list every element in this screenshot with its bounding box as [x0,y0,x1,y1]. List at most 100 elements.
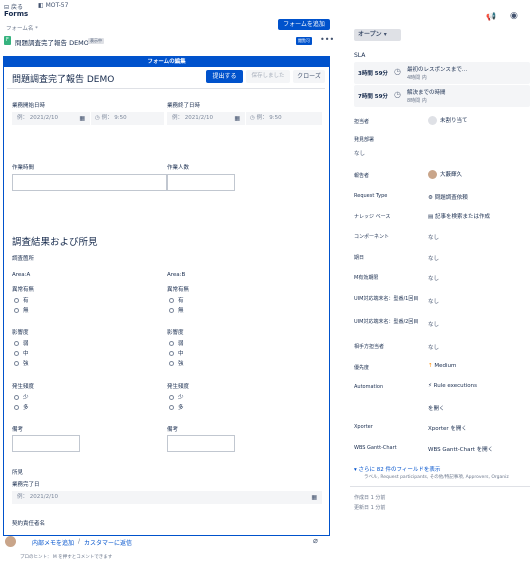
request-type-text: 問題調査依頼 [434,195,468,201]
date-placeholder: 例： 2021/2/10 [17,494,58,500]
form-editor: フォームの編集 問題調査完了報告 DEMO 提出する 保存しました クローズ 業… [3,56,330,536]
attachment-icon[interactable]: ⌀ [313,536,318,545]
more-options-icon[interactable]: ••• [320,35,334,44]
issue-key[interactable]: ◧ MOT-57 [38,2,68,9]
component-value[interactable]: なし [428,233,439,241]
form-row-name: 問題調査完了報告 DEMO [15,39,89,47]
form-visibility-badge[interactable]: 閲覧可 [296,37,312,45]
separator: / [78,538,81,545]
open-link[interactable]: を開く [428,404,445,412]
watch-eye-icon[interactable]: ◉ [510,11,518,21]
m-expiry-value[interactable]: なし [428,274,439,282]
status-label: オープン [358,31,382,38]
radio-impact-a-strong[interactable]: 強 [14,359,29,367]
radio-freq-a-many[interactable]: 多 [14,403,29,411]
radio-abnormal-a-no[interactable]: 無 [14,306,29,314]
start-time-input[interactable]: ◷ 例： 9:50 [91,112,164,125]
complete-date-input[interactable]: 例： 2021/2/10 ▦ [12,491,322,504]
assignee-label: 担当者 [354,119,370,125]
issue-key-label: MOT-57 [45,2,69,9]
wbs-value[interactable]: WBS Gantt-Chart を開く [428,445,493,453]
time-placeholder: 例： 9:50 [101,115,127,121]
found-by-label: 発見部署 [354,137,375,143]
uim2-value[interactable]: なし [428,320,439,328]
radio-abnormal-b-yes[interactable]: 有 [169,296,184,304]
forms-title: Forms [4,10,29,18]
radio-abnormal-b-no[interactable]: 無 [169,306,184,314]
radio-impact-b-weak[interactable]: 弱 [169,339,184,347]
start-date-input[interactable]: 例： 2021/2/10 ▦ [12,112,90,125]
calendar-icon[interactable]: ▦ [79,113,85,124]
partner-value[interactable]: なし [428,343,439,351]
date-placeholder: 例： 2021/2/10 [17,115,58,121]
radio-abnormal-a-yes[interactable]: 有 [14,296,29,304]
radio-impact-b-mid[interactable]: 中 [169,349,184,357]
xporter-value[interactable]: Xporter を開く [428,424,467,432]
automation-label: Automation [354,384,384,390]
sla-sub: 4時間 内 [407,75,427,81]
megaphone-icon[interactable]: 📢 [486,12,496,21]
radio-label: 弱 [23,341,29,347]
chevron-down-icon: ▾ [383,31,387,38]
kb-value[interactable]: ▤ 記事を検索または作成 [428,212,490,220]
radio-freq-b-few[interactable]: 少 [169,393,184,401]
radio-label: 中 [23,351,29,357]
m-expiry-label: M有効期限 [354,275,379,281]
worker-count-input[interactable] [167,174,235,191]
note-input-b[interactable] [167,435,235,452]
automation-value[interactable]: ⚡ Rule executions [428,383,477,389]
request-type-value[interactable]: ⚙ 問題調査依頼 [428,193,468,201]
avatar [5,536,16,547]
internal-note-link[interactable]: 内部メモを追加 [32,538,74,547]
saved-button[interactable]: 保存しました [246,70,290,83]
component-label: コンポーネント [354,234,390,240]
radio-label: 中 [178,351,184,357]
impact-label-a: 影響度 [12,330,29,336]
note-input-a[interactable] [12,435,80,452]
time-placeholder: 例： 9:50 [256,115,282,121]
priority-value[interactable]: ↑ Medium [428,363,456,369]
sla-title: 解決までの時間 [407,90,446,96]
form-name-label: フォーム名 * [6,26,38,32]
created-date: 作成日 1 分前 [354,495,386,501]
clock-icon: ◷ [394,67,401,76]
radio-label: 多 [178,405,184,411]
submit-button[interactable]: 提出する [206,70,243,83]
deadline-value[interactable]: なし [428,254,439,262]
form-row[interactable]: F 問題調査完了報告 DEMO 表示中 閲覧可 ••• [4,35,334,47]
radio-label: 弱 [178,341,184,347]
radio-impact-a-weak[interactable]: 弱 [14,339,29,347]
sla-resolution: 7時間 59分 ◷ 解決までの時間 8時間 内 [354,85,530,107]
status-dropdown[interactable]: オープン ▾ [354,29,401,41]
assignee-value[interactable]: 未割り当て [428,116,468,125]
end-date-input[interactable]: 例： 2021/2/10 ▦ [167,112,245,125]
radio-label: 有 [23,298,29,304]
divider [7,88,325,89]
radio-impact-a-mid[interactable]: 中 [14,349,29,357]
radio-freq-a-few[interactable]: 少 [14,393,29,401]
reporter-value[interactable]: 大藪輝久 [428,170,462,179]
radio-freq-b-many[interactable]: 多 [169,403,184,411]
calendar-icon[interactable]: ▦ [234,113,240,124]
calendar-icon[interactable]: ▦ [311,492,317,503]
date-placeholder: 例： 2021/2/10 [172,115,213,121]
found-by-value[interactable]: なし [354,149,365,157]
radio-label: 少 [23,395,29,401]
uim1-value[interactable]: なし [428,297,439,305]
kb-label: ナレッジ ベース [354,214,391,220]
more-fields-link[interactable]: ▾ さらに 82 件のフィールドを表示 [354,465,440,473]
divider [350,486,530,487]
work-time-input[interactable] [12,174,167,191]
partner-label: 相手方担当者 [354,344,385,350]
add-form-button[interactable]: フォームを追加 [278,19,330,30]
complete-date-label: 業務完了日 [12,482,40,488]
xporter-label: Xporter [354,424,373,430]
updated-date: 更新日 1 分前 [354,505,386,511]
end-time-input[interactable]: ◷ 例： 9:50 [246,112,322,125]
reply-customer-link[interactable]: カスタマーに返信 [84,538,132,547]
freq-label-a: 発生頻度 [12,384,35,390]
deadline-label: 期日 [354,255,365,261]
radio-impact-b-strong[interactable]: 強 [169,359,184,367]
form-row-badge: 表示中 [88,38,104,44]
close-button[interactable]: クローズ [293,70,325,83]
